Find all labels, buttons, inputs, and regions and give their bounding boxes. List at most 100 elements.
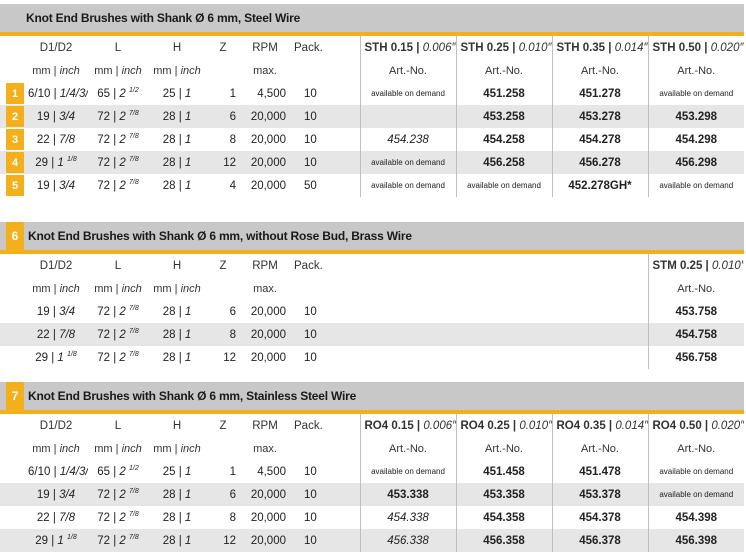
dim-inch: 2: [119, 179, 126, 192]
col-header-rpm: RPM: [240, 36, 290, 59]
table-row: 5 19 | 3/4 72 | 2 7/8 28 | 1 4 20,000 50 availa…: [0, 174, 744, 197]
rpm-sub-label: max.: [240, 277, 290, 300]
dim-inch: 1: [184, 305, 192, 318]
z-cell: 1: [206, 460, 240, 483]
rpm-cell: 20,000: [240, 174, 290, 197]
dim-mm: 6/10: [28, 465, 51, 478]
dim-d-cell: 29 | 1 1/8: [24, 151, 88, 174]
unit-label: mm | inch: [148, 437, 206, 460]
dim-mm: 28: [162, 511, 176, 524]
row-number-badge: 4: [6, 152, 24, 173]
unit-label: mm | inch: [148, 59, 206, 82]
art-no-cell: 454.378: [551, 506, 648, 529]
dim-mm: 72: [97, 179, 111, 192]
dim-mm: 28: [162, 133, 176, 146]
dim-l-cell: 72 | 2 7/8: [88, 151, 148, 174]
dim-mm: 65: [97, 87, 111, 100]
dim-inch: 1: [184, 110, 192, 123]
dim-fraction: 1/2: [129, 465, 139, 473]
pack-cell: 10: [290, 105, 360, 128]
rpm-cell: 20,000: [240, 128, 290, 151]
dim-mm: 72: [97, 156, 111, 169]
art-no-cell: 454.278: [551, 128, 648, 151]
spacer-cell: [360, 323, 648, 346]
dim-inch: 1: [184, 488, 192, 501]
pack-cell: 10: [290, 346, 360, 369]
dim-h-cell: 28 | 1: [148, 506, 206, 529]
row-number-badge: 2: [6, 106, 24, 127]
dim-inch: 2: [119, 110, 126, 123]
col-header-rpm: RPM: [240, 254, 290, 277]
dim-mm: 28: [162, 328, 176, 341]
dim-l-cell: 65 | 2 1/2: [88, 82, 148, 105]
rpm-sub-label: max.: [240, 59, 290, 82]
dim-d-cell: 19 | 3/4: [24, 174, 88, 197]
table-row: 29 | 1 1/8 72 | 2 7/8 28 | 1 12 20,000 10 456.…: [0, 346, 744, 369]
pack-cell: 10: [290, 483, 360, 506]
z-cell: 8: [206, 506, 240, 529]
dim-d-cell: 6/10 | 1/4/3/8: [24, 82, 88, 105]
table-row: 19 | 3/4 72 | 2 7/8 28 | 1 6 20,000 10 453.758: [0, 300, 744, 323]
art-no-cell: 451.278: [551, 82, 648, 105]
z-cell: 8: [206, 128, 240, 151]
pack-cell: 50: [290, 174, 360, 197]
col-header-d: D1/D2: [24, 414, 88, 437]
dim-h-cell: 28 | 1: [148, 300, 206, 323]
art-no-cell: 454.298: [647, 128, 744, 151]
table-subheader-row: mm | inch mm | inch mm | inch max. Art.-…: [0, 277, 744, 300]
table-subheader-row: mm | inch mm | inch mm | inch max. Art.-…: [0, 437, 744, 460]
table-row: 29 | 1 1/8 72 | 2 7/8 28 | 1 12 20,000 10 456.…: [0, 529, 744, 552]
dim-d-cell: 22 | 7/8: [24, 506, 88, 529]
unit-label: mm | inch: [88, 277, 148, 300]
art-code: STH 0.15: [364, 41, 414, 54]
dim-l-cell: 72 | 2 7/8: [88, 300, 148, 323]
dim-inch: 1/4/3/8: [59, 465, 88, 478]
row-number-cell: 4: [0, 151, 24, 174]
rpm-cell: 20,000: [240, 105, 290, 128]
dim-inch: 2: [119, 534, 126, 547]
table-row: 4 29 | 1 1/8 72 | 2 7/8 28 | 1 12 20,000 10 ava…: [0, 151, 744, 174]
dim-inch: 7/8: [59, 328, 76, 341]
pack-cell: 10: [290, 128, 360, 151]
rpm-cell: 20,000: [240, 506, 290, 529]
row-number-cell: 5: [0, 174, 24, 197]
col-header-z: Z: [206, 414, 240, 437]
dim-mm: 22: [36, 133, 50, 146]
art-no-cell: 456.258: [455, 151, 552, 174]
dim-mm: 22: [36, 511, 50, 524]
rpm-cell: 20,000: [240, 483, 290, 506]
z-cell: 8: [206, 323, 240, 346]
spacer-cell: [360, 346, 648, 369]
art-no-cell: 453.298: [647, 105, 744, 128]
art-no-cell: 453.278: [551, 105, 648, 128]
unit-label: mm | inch: [24, 277, 88, 300]
dim-inch: 2: [119, 87, 126, 100]
section-header: 6 Knot End Brushes with Shank Ø 6 mm, wi…: [0, 222, 744, 250]
unit-label: mm | inch: [88, 437, 148, 460]
art-no-label: Art.-No.: [455, 437, 552, 460]
art-no-cell: 456.278: [551, 151, 648, 174]
col-header-art: STH 0.25 | 0.010″: [455, 36, 552, 59]
dim-inch: 1: [184, 511, 192, 524]
row-number-badge: 1: [6, 83, 24, 104]
col-header-art: RO4 0.50 | 0.020″: [647, 414, 744, 437]
dim-fraction: 1/8: [67, 156, 77, 164]
row-number-cell: 2: [0, 105, 24, 128]
dim-inch: 1/4/3/8: [59, 87, 88, 100]
row-number-cell: [0, 323, 24, 346]
art-no-cell: 453.258: [455, 105, 552, 128]
z-cell: 12: [206, 346, 240, 369]
dim-fraction: 7/8: [129, 534, 139, 542]
dim-mm: 19: [36, 305, 50, 318]
dim-d-cell: 19 | 3/4: [24, 483, 88, 506]
z-cell: 12: [206, 151, 240, 174]
section-steel-wire: Knot End Brushes with Shank Ø 6 mm, Stee…: [0, 4, 744, 197]
art-no-label: Art.-No.: [647, 59, 744, 82]
rpm-cell: 20,000: [240, 346, 290, 369]
product-table: D1/D2 L H Z RPM Pack. STM 0.25 | 0.010″ …: [0, 254, 744, 369]
art-no-cell: available on demand: [647, 483, 744, 506]
art-code: STM 0.25: [652, 259, 703, 272]
dim-inch: 1: [184, 351, 192, 364]
art-code: RO4 0.25: [460, 419, 510, 432]
row-number-cell: 1: [0, 82, 24, 105]
